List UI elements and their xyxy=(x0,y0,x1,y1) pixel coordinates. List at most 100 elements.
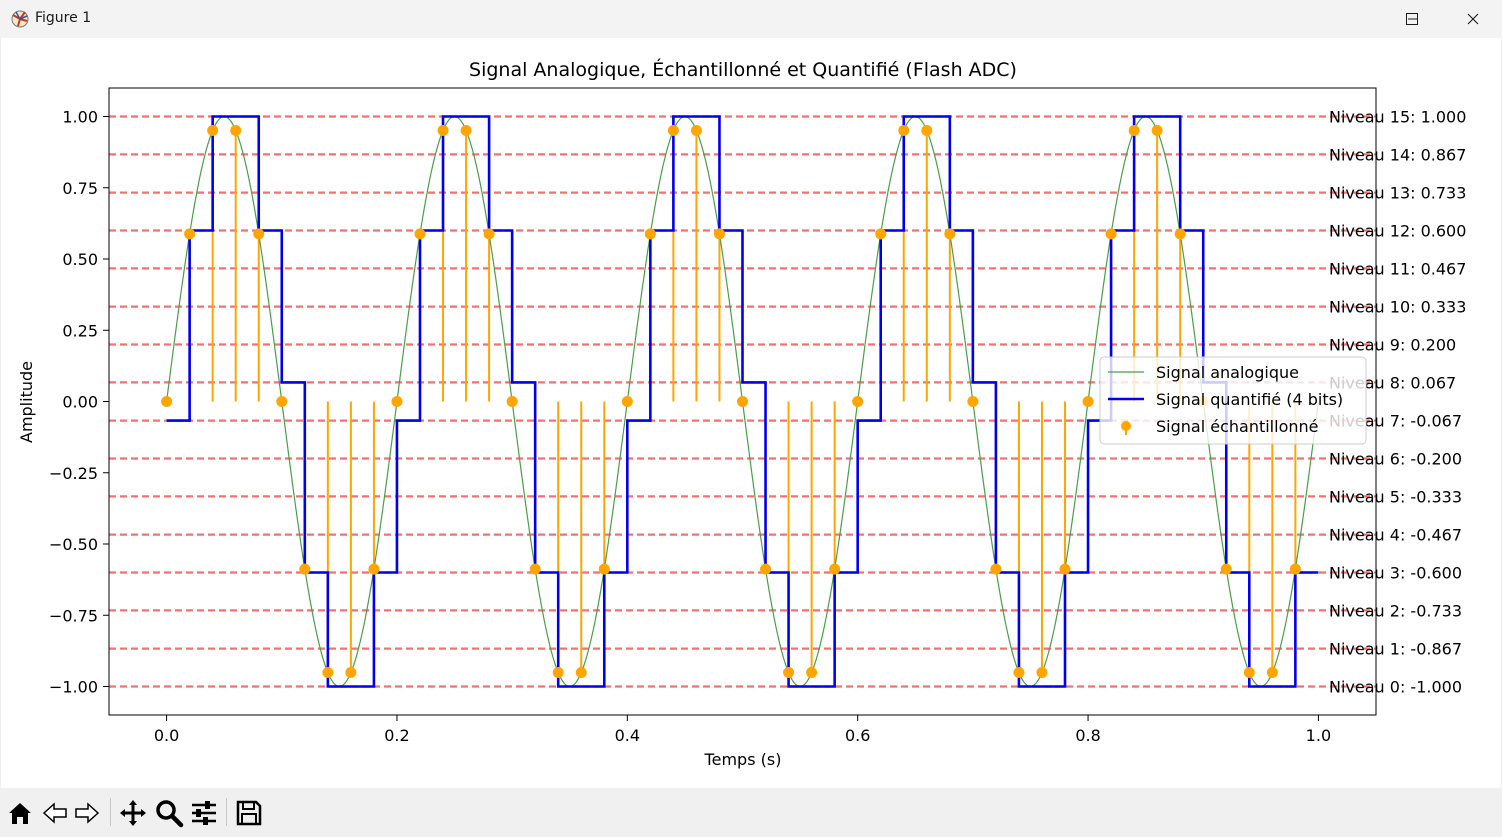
y-tick-label: 0.50 xyxy=(62,250,98,269)
y-tick-label: −0.25 xyxy=(49,464,98,483)
maximize-icon xyxy=(1406,13,1418,25)
sample-marker xyxy=(1082,396,1094,407)
level-label: Niveau 12: 0.600 xyxy=(1329,222,1466,241)
sample-marker xyxy=(875,228,887,240)
y-tick-label: −0.50 xyxy=(49,535,98,554)
sample-marker xyxy=(1013,667,1025,679)
sample-marker xyxy=(1266,667,1278,679)
sample-marker xyxy=(852,396,864,407)
level-label: Niveau 5: -0.333 xyxy=(1329,487,1462,506)
level-label: Niveau 6: -0.200 xyxy=(1329,450,1462,469)
sample-marker xyxy=(207,124,219,136)
sample-marker xyxy=(921,124,933,136)
legend-analog-label: Signal analogique xyxy=(1156,363,1299,382)
sample-marker xyxy=(829,563,841,575)
figure-canvas: Signal Analogique, Échantillonné et Quan… xyxy=(1,38,1501,788)
sample-marker xyxy=(460,124,472,136)
x-tick-label: 0.6 xyxy=(845,726,870,745)
forward-icon xyxy=(75,802,100,824)
close-button[interactable] xyxy=(1444,0,1502,38)
level-label: Niveau 10: 0.333 xyxy=(1329,298,1466,317)
x-axis-label: Temps (s) xyxy=(704,750,782,769)
sample-marker xyxy=(483,228,495,240)
sample-marker xyxy=(506,396,518,407)
pan-icon xyxy=(120,800,146,826)
sample-marker xyxy=(690,124,702,136)
sample-marker xyxy=(575,667,587,679)
x-tick-label: 0.0 xyxy=(154,726,179,745)
sample-marker xyxy=(967,396,979,407)
y-tick-label: −1.00 xyxy=(49,678,98,697)
y-axis-label: Amplitude xyxy=(17,361,36,443)
level-label: Niveau 13: 0.733 xyxy=(1329,184,1466,203)
close-icon xyxy=(1467,13,1479,25)
back-button[interactable] xyxy=(38,796,72,830)
level-label: Niveau 2: -0.733 xyxy=(1329,601,1462,620)
legend-quantized-label: Signal quantifié (4 bits) xyxy=(1156,390,1343,409)
sample-marker xyxy=(806,667,818,679)
sample-marker xyxy=(230,124,242,136)
sample-marker xyxy=(1289,563,1301,575)
sample-marker xyxy=(276,396,288,407)
x-tick-label: 0.8 xyxy=(1075,726,1100,745)
sample-marker xyxy=(760,563,772,575)
level-label: Niveau 1: -0.867 xyxy=(1329,640,1462,659)
x-tick-label: 0.4 xyxy=(615,726,640,745)
legend-sampled-label: Signal échantillonné xyxy=(1156,417,1318,436)
sample-marker xyxy=(783,667,795,679)
y-tick-label: −0.75 xyxy=(49,606,98,625)
y-tick-label: 0.00 xyxy=(62,393,98,412)
toolbar-separator xyxy=(226,798,227,826)
sample-marker xyxy=(1059,563,1071,575)
pan-button[interactable] xyxy=(116,796,150,830)
sample-marker xyxy=(161,396,173,407)
legend: Signal analogique Signal quantifié (4 bi… xyxy=(1099,356,1367,445)
sample-marker xyxy=(737,396,748,407)
back-icon xyxy=(42,802,67,824)
matplotlib-app-icon xyxy=(11,10,29,28)
sample-marker xyxy=(898,124,910,136)
sample-marker xyxy=(1220,563,1232,575)
legend-sampled-marker xyxy=(1121,421,1131,431)
level-label: Niveau 3: -0.600 xyxy=(1329,564,1462,583)
level-label: Niveau 15: 1.000 xyxy=(1329,108,1466,127)
sample-marker xyxy=(598,563,610,575)
save-button[interactable] xyxy=(232,796,266,830)
home-icon xyxy=(9,803,31,824)
maximize-button[interactable] xyxy=(1384,0,1440,38)
level-label: Niveau 9: 0.200 xyxy=(1329,336,1456,355)
level-label: Niveau 4: -0.467 xyxy=(1329,526,1462,545)
sample-marker xyxy=(391,396,403,407)
navigation-toolbar xyxy=(0,788,1502,837)
save-icon xyxy=(236,800,262,826)
sample-marker xyxy=(437,124,449,136)
forward-button[interactable] xyxy=(70,796,104,830)
y-tick-label: 1.00 xyxy=(62,108,98,127)
sample-marker xyxy=(345,667,357,679)
sample-marker xyxy=(1128,124,1140,136)
home-button[interactable] xyxy=(3,796,37,830)
sample-marker xyxy=(1151,124,1163,136)
sample-marker xyxy=(1174,228,1186,240)
sample-marker xyxy=(1105,228,1117,240)
sample-marker xyxy=(1036,667,1048,679)
window-title: Figure 1 xyxy=(35,10,92,26)
sample-marker xyxy=(621,396,633,407)
zoom-button[interactable] xyxy=(152,796,186,830)
y-axis-ticks: −1.00 −0.75 −0.50 −0.25 0.00 0.25 0.50 0.75 1.00 xyxy=(49,108,109,697)
sample-marker xyxy=(299,563,311,575)
configure-subplots-button[interactable] xyxy=(187,796,221,830)
x-tick-label: 0.2 xyxy=(384,726,409,745)
y-tick-label: 0.75 xyxy=(62,179,98,198)
configure-icon xyxy=(192,801,216,825)
zoom-icon xyxy=(156,800,184,828)
level-label: Niveau 14: 0.867 xyxy=(1329,145,1466,164)
sample-marker xyxy=(368,563,380,575)
sample-marker xyxy=(184,228,196,240)
sample-marker xyxy=(990,563,1002,575)
sample-marker xyxy=(667,124,679,136)
window-titlebar: Figure 1 xyxy=(0,0,1502,38)
chart: Signal Analogique, Échantillonné et Quan… xyxy=(17,58,1466,769)
sample-marker xyxy=(713,228,725,240)
sample-marker xyxy=(414,228,426,240)
